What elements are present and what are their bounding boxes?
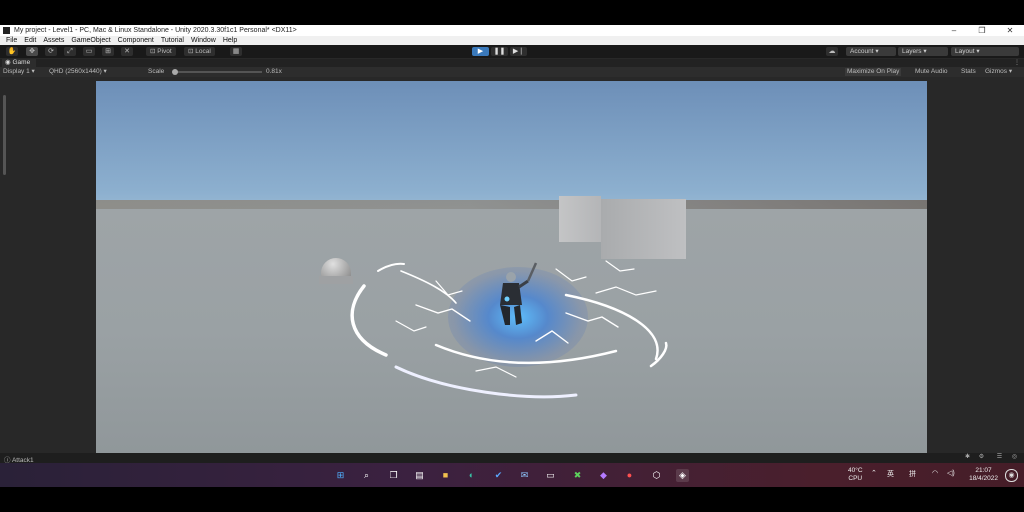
player-character bbox=[500, 262, 538, 325]
menu-assets[interactable]: Assets bbox=[43, 37, 64, 44]
unity-logo-icon bbox=[3, 27, 10, 34]
menu-edit[interactable]: Edit bbox=[24, 37, 36, 44]
photos-icon[interactable]: ▭ bbox=[544, 469, 557, 482]
local-label: Local bbox=[195, 48, 211, 55]
scale-label: Scale bbox=[148, 68, 165, 75]
pivot-toggle[interactable]: ⊡ Pivot bbox=[146, 47, 176, 56]
window-title-bar: My project - Level1 - PC, Mac & Linux St… bbox=[0, 25, 1024, 36]
window-controls: – ❐ ✕ bbox=[940, 25, 1024, 36]
unity-editor-icon[interactable]: ◈ bbox=[676, 469, 689, 482]
tab-game[interactable]: ◉ Game bbox=[2, 59, 37, 67]
hand-tool-icon[interactable]: ✋ bbox=[6, 47, 18, 56]
menu-tutorial[interactable]: Tutorial bbox=[161, 37, 184, 44]
clock-time: 21:07 bbox=[975, 467, 992, 474]
mute-audio-toggle[interactable]: Mute Audio bbox=[915, 68, 948, 76]
scale-slider-handle[interactable] bbox=[172, 69, 178, 75]
maximize-on-play-toggle[interactable]: Maximize On Play bbox=[845, 68, 902, 76]
display-label: Display 1 bbox=[3, 68, 30, 75]
desktop-screen: My project - Level1 - PC, Mac & Linux St… bbox=[0, 25, 1024, 487]
tab-menu-icon[interactable]: ⋮ bbox=[1014, 59, 1020, 66]
os-taskbar: ⊞ ⌕ ❐ ▤ ■ ◐ ✔ ✉ ▭ ✖ ◆ ● ⬡ ◈ 40°C CPU ⌃ 英… bbox=[0, 463, 1024, 487]
chevron-down-icon: ▾ bbox=[923, 48, 927, 55]
pivot-label: Pivot bbox=[157, 48, 172, 55]
ime-language-indicator[interactable]: 英 bbox=[887, 469, 894, 479]
visual-studio-icon[interactable]: ◆ bbox=[597, 469, 610, 482]
bug-icon[interactable]: ⚙ bbox=[978, 454, 985, 461]
notification-icon[interactable]: ◉ bbox=[1005, 469, 1018, 482]
layout-dropdown[interactable]: Layout ▾ bbox=[951, 47, 1019, 56]
move-tool-icon[interactable]: ✥ bbox=[26, 47, 38, 56]
scale-tool-icon[interactable]: ⤢ bbox=[64, 47, 76, 56]
task-view-icon[interactable]: ❐ bbox=[387, 469, 400, 482]
transform-tool-icon[interactable]: ⊞ bbox=[102, 47, 114, 56]
menu-gameobject[interactable]: GameObject bbox=[71, 37, 110, 44]
scale-value: 0.81x bbox=[266, 68, 282, 75]
menu-file[interactable]: File bbox=[6, 37, 17, 44]
ime-mode-indicator[interactable]: 拼 bbox=[909, 469, 916, 479]
search-icon[interactable]: ⌕ bbox=[360, 469, 373, 482]
scale-slider-track[interactable] bbox=[174, 71, 262, 73]
cpu-temperature-value: 40°C bbox=[848, 467, 863, 474]
menu-component[interactable]: Component bbox=[118, 37, 154, 44]
menu-window[interactable]: Window bbox=[191, 37, 216, 44]
chevron-down-icon: ▾ bbox=[976, 48, 980, 55]
minimize-button[interactable]: – bbox=[940, 25, 968, 36]
volume-icon[interactable]: ◁) bbox=[947, 469, 955, 477]
cloud-icon[interactable]: ☁ bbox=[826, 47, 838, 56]
status-bar: ⓘ Attack1 ✱ ⚙ ☰ ◎ bbox=[0, 453, 1024, 464]
taskbar-clock[interactable]: 21:07 18/4/2022 bbox=[969, 467, 998, 483]
clock-date: 18/4/2022 bbox=[969, 475, 998, 482]
custom-tool-icon[interactable]: ✕ bbox=[121, 47, 133, 56]
display-dropdown[interactable]: Display 1 ▾ bbox=[3, 68, 35, 76]
lighting-icon[interactable]: ✱ bbox=[964, 454, 971, 461]
netease-music-icon[interactable]: ● bbox=[623, 469, 636, 482]
local-toggle[interactable]: ⊡ Local bbox=[184, 47, 215, 56]
network-icon[interactable]: ◠ bbox=[932, 469, 938, 477]
edge-browser-icon[interactable]: ◐ bbox=[465, 469, 478, 482]
cpu-label: CPU bbox=[848, 475, 863, 482]
window-title: My project - Level1 - PC, Mac & Linux St… bbox=[14, 27, 297, 34]
layers-dropdown[interactable]: Layers ▾ bbox=[898, 47, 948, 56]
left-panel-scrollbar[interactable] bbox=[3, 95, 6, 175]
settings-icon[interactable]: ☰ bbox=[996, 454, 1003, 461]
mail-icon[interactable]: ✉ bbox=[518, 469, 531, 482]
resolution-label: QHD (2560x1440) bbox=[49, 68, 102, 75]
xbox-icon[interactable]: ✖ bbox=[571, 469, 584, 482]
menu-help[interactable]: Help bbox=[223, 37, 237, 44]
layout-label: Layout bbox=[955, 48, 975, 55]
widgets-icon[interactable]: ▤ bbox=[413, 469, 426, 482]
stats-toggle[interactable]: Stats bbox=[961, 68, 976, 76]
main-toolbar: ✋ ✥ ⟳ ⤢ ▭ ⊞ ✕ ⊡ Pivot ⊡ Local ▦ ▶ ❚❚ ▶❘ … bbox=[0, 45, 1024, 58]
resolution-dropdown[interactable]: QHD (2560x1440) ▾ bbox=[49, 68, 107, 76]
play-button[interactable]: ▶ bbox=[472, 47, 489, 56]
game-view-toolbar: Display 1 ▾ QHD (2560x1440) ▾ Scale 0.81… bbox=[0, 67, 1024, 77]
file-explorer-icon[interactable]: ■ bbox=[439, 469, 452, 482]
pause-button[interactable]: ❚❚ bbox=[491, 47, 508, 56]
todo-icon[interactable]: ✔ bbox=[492, 469, 505, 482]
rotate-tool-icon[interactable]: ⟳ bbox=[45, 47, 57, 56]
start-icon[interactable]: ⊞ bbox=[334, 469, 347, 482]
tab-game-label: Game bbox=[12, 59, 31, 66]
grid-snap-icon[interactable]: ▦ bbox=[230, 47, 242, 56]
menu-bar: File Edit Assets GameObject Component Tu… bbox=[0, 36, 1024, 45]
maximize-button[interactable]: ❐ bbox=[968, 25, 996, 36]
unity-hub-icon[interactable]: ⬡ bbox=[650, 469, 663, 482]
account-dropdown[interactable]: Account ▾ bbox=[846, 47, 896, 56]
account-label: Account bbox=[850, 48, 874, 55]
gizmos-label: Gizmos bbox=[985, 68, 1008, 75]
tray-overflow-icon[interactable]: ⌃ bbox=[871, 469, 877, 477]
gizmos-dropdown[interactable]: Gizmos ▾ bbox=[985, 68, 1012, 76]
tab-row: ◉ Game ⋮ bbox=[0, 59, 1024, 67]
game-viewport[interactable] bbox=[96, 81, 927, 454]
chevron-down-icon: ▾ bbox=[875, 48, 879, 55]
cpu-temperature[interactable]: 40°C CPU bbox=[848, 467, 863, 483]
layers-label: Layers bbox=[902, 48, 922, 55]
rect-tool-icon[interactable]: ▭ bbox=[83, 47, 95, 56]
collab-icon[interactable]: ◎ bbox=[1011, 454, 1018, 461]
step-button[interactable]: ▶❘ bbox=[510, 47, 527, 56]
close-button[interactable]: ✕ bbox=[996, 25, 1024, 36]
